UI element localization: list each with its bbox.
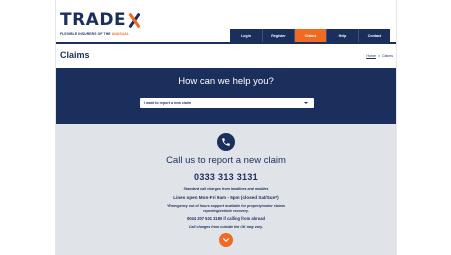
breadcrumb-home-link[interactable]: Home [366,54,376,58]
scroll-down-button[interactable] [219,233,233,247]
nav-login[interactable]: Login [230,29,262,42]
logo-wordmark: TRADE [60,12,141,29]
help-hero: How can we help you? I want to report a … [56,68,396,124]
page-title: Claims [60,50,90,60]
call-section: Call us to report a new claim 0333 313 3… [56,124,396,255]
select-value: I want to report a new claim [144,100,192,105]
logo-tagline-prefix: FLEXIBLE INSURERS OF THE [60,32,111,36]
standard-charges-note: Standard call charges from landlines and… [183,187,269,191]
main-nav: Login Register Claims Help Contact [230,29,390,42]
emergency-note-line1: *Emergency out of hours support availabl… [166,204,286,208]
phone-icon [217,133,235,151]
nav-contact[interactable]: Contact [358,29,390,42]
emergency-note-line2: reporting/vehicle recovery. [203,209,249,213]
phone-icon-svg [222,138,230,146]
page-content: TRADE FLEXIBLE INSURERS OF THE UNUSUAL L… [56,0,396,255]
logo-tagline: FLEXIBLE INSURERS OF THE UNUSUAL [60,32,150,36]
breadcrumb-separator: > [377,54,381,58]
right-gutter-line [396,0,397,255]
breadcrumb-current: Claims [382,54,393,58]
caret-down-icon [304,102,308,104]
logo-x-mark [127,13,141,28]
page-frame: TRADE FLEXIBLE INSURERS OF THE UNUSUAL L… [0,0,451,255]
claim-type-select[interactable]: I want to report a new claim [140,98,314,108]
abroad-charges-note: Call charges from outside the UK may var… [188,225,264,229]
call-title: Call us to report a new claim [166,155,286,166]
logo-text: TRADE [60,10,127,30]
nav-help[interactable]: Help [326,29,358,42]
tradex-logo[interactable]: TRADE FLEXIBLE INSURERS OF THE UNUSUAL [60,12,150,37]
breadcrumb: Home > Claims [366,54,393,58]
nav-register[interactable]: Register [262,29,294,42]
opening-hours: Lines open Mon-Fri 9am - 5pm (closed Sat… [173,195,279,200]
logo-tagline-highlight: UNUSUAL [111,32,129,36]
claims-phone-number[interactable]: 0333 313 3131 [56,172,396,182]
chevron-down-icon [222,238,230,242]
abroad-number[interactable]: 0044 207 531 3180 if calling from abroad [56,216,396,221]
title-row: Claims Home > Claims [56,44,396,68]
hero-question: How can we help you? [178,76,274,87]
site-header: TRADE FLEXIBLE INSURERS OF THE UNUSUAL L… [56,0,396,42]
nav-claims[interactable]: Claims [294,29,326,42]
